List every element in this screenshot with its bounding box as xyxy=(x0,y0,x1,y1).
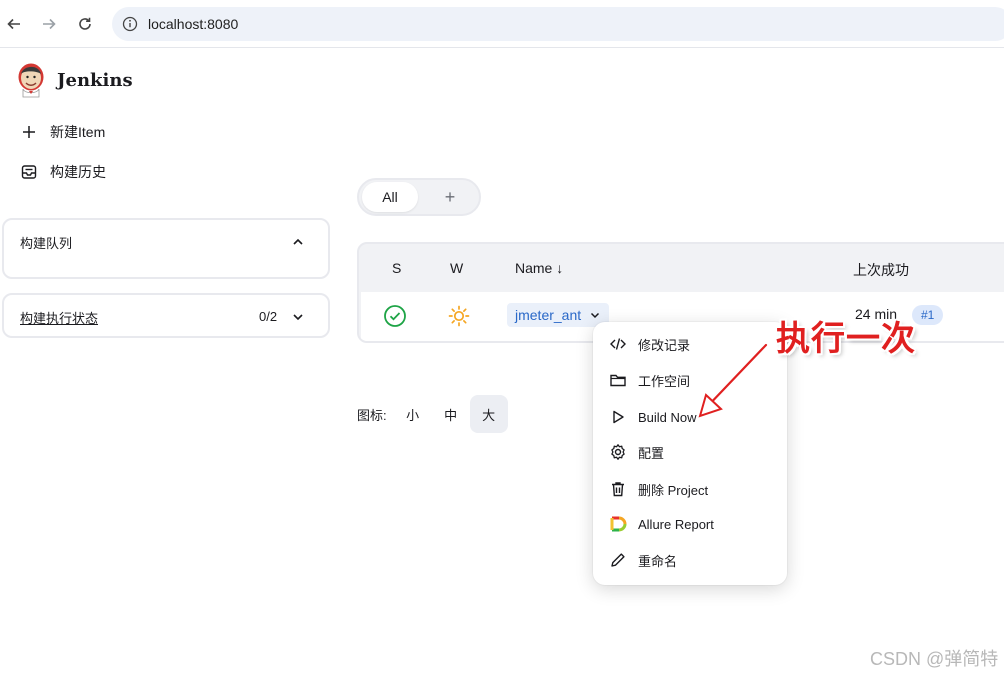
reload-icon xyxy=(79,17,91,30)
column-header-last-success[interactable]: 上次成功 xyxy=(853,260,909,280)
sidebar-new-item-label: 新建Item xyxy=(50,124,106,140)
menu-item-label: Allure Report xyxy=(638,516,714,532)
address-bar[interactable]: localhost:8080 xyxy=(112,7,1004,41)
jenkins-logo[interactable] xyxy=(15,60,47,100)
gear-icon xyxy=(611,444,625,460)
sidebar-new-item[interactable]: 新建Item xyxy=(20,120,105,144)
view-tabs: All + xyxy=(357,178,481,216)
trash-icon xyxy=(612,482,624,497)
menu-item-build-now[interactable]: Build Now xyxy=(609,405,697,429)
menu-item-allure-report[interactable]: Allure Report xyxy=(609,512,714,536)
annotation-arrow-icon xyxy=(698,342,769,418)
menu-item-label: 重命名 xyxy=(638,553,678,569)
executor-status-title[interactable]: 构建执行状态 xyxy=(20,308,98,327)
job-name: jmeter_ant xyxy=(515,307,582,323)
build-queue-panel: 构建队列 xyxy=(2,218,330,279)
icon-size-medium[interactable]: 中 xyxy=(432,395,470,433)
menu-item-label: Build Now xyxy=(638,409,697,425)
add-view-button[interactable]: + xyxy=(433,182,467,212)
menu-item-rename[interactable]: 重命名 xyxy=(609,548,677,572)
url-text: localhost:8080 xyxy=(148,16,239,32)
chevron-up-icon[interactable] xyxy=(291,235,305,249)
browser-toolbar: localhost:8080 xyxy=(0,0,1004,48)
annotation-text: 执行一次 xyxy=(776,319,916,359)
menu-item-label: 配置 xyxy=(638,445,665,461)
icon-size-large[interactable]: 大 xyxy=(469,395,508,433)
sidebar-build-history[interactable]: 构建历史 xyxy=(20,160,106,184)
icon-size-small[interactable]: 小 xyxy=(394,395,432,433)
code-icon xyxy=(610,338,626,350)
play-icon xyxy=(613,410,624,424)
inbox-icon xyxy=(21,165,37,179)
chevron-down-icon[interactable] xyxy=(589,309,601,321)
forward-button[interactable] xyxy=(37,12,61,36)
column-header-status[interactable]: S xyxy=(392,260,401,276)
folder-icon xyxy=(610,374,626,387)
allure-icon xyxy=(610,516,627,532)
sun-icon xyxy=(448,305,470,327)
menu-item-delete-project[interactable]: 删除 Project xyxy=(609,477,708,501)
executor-status-panel: 构建执行状态 0/2 xyxy=(2,293,330,338)
column-header-name[interactable]: Name ↓ xyxy=(515,260,563,276)
job-link-jmeter-ant[interactable]: jmeter_ant xyxy=(507,303,610,327)
arrow-right-icon xyxy=(43,18,56,30)
build-number-badge[interactable]: #1 xyxy=(912,305,944,325)
build-queue-title: 构建队列 xyxy=(20,236,73,251)
column-header-weather[interactable]: W xyxy=(450,260,463,276)
executor-count: 0/2 xyxy=(259,309,278,324)
menu-item-workspace[interactable]: 工作空间 xyxy=(609,368,690,392)
icon-size-selector: 图标: 小 中 大 xyxy=(357,395,508,433)
reload-button[interactable] xyxy=(73,12,97,36)
menu-item-label: 修改记录 xyxy=(638,337,691,353)
sidebar-build-history-label: 构建历史 xyxy=(50,164,106,180)
success-check-icon xyxy=(384,305,406,327)
menu-item-label: 工作空间 xyxy=(638,373,691,389)
chevron-down-icon[interactable] xyxy=(291,310,305,324)
brand-title[interactable]: Jenkins xyxy=(57,70,133,91)
menu-item-label: 删除 Project xyxy=(638,482,709,498)
watermark: CSDN @弹简特 xyxy=(870,649,999,669)
menu-item-changes[interactable]: 修改记录 xyxy=(609,332,690,356)
icon-size-label: 图标: xyxy=(357,407,387,423)
back-button[interactable] xyxy=(2,12,26,36)
pencil-icon xyxy=(611,553,625,567)
arrow-left-icon xyxy=(7,18,20,30)
tab-all[interactable]: All xyxy=(362,182,418,212)
info-icon[interactable] xyxy=(122,16,138,32)
plus-icon xyxy=(23,126,35,138)
menu-item-configure[interactable]: 配置 xyxy=(609,440,664,464)
